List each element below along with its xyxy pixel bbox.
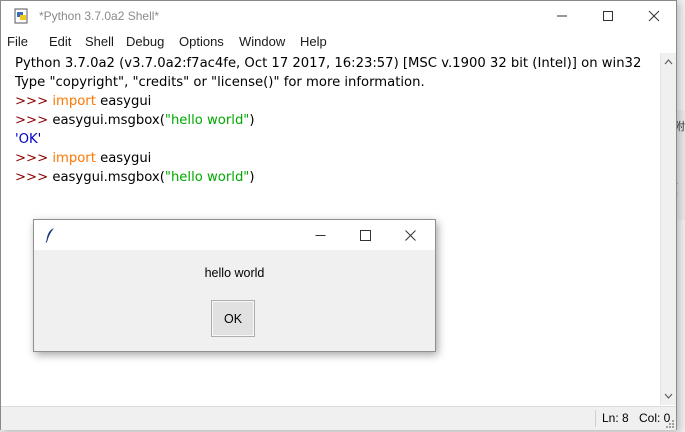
shell-prompt: >>>	[15, 94, 53, 109]
resize-grip-icon[interactable]	[665, 419, 675, 429]
shell-prompt: >>>	[15, 170, 53, 185]
shell-prompt: >>>	[15, 113, 53, 128]
status-bar: Ln: 8 Col: 0	[1, 406, 676, 430]
banner-line: Type "copyright", "credits" or "license(…	[15, 75, 425, 90]
shell-prompt: >>>	[15, 151, 53, 166]
banner-line: Python 3.7.0a2 (v3.7.0a2:f7ac4fe, Oct 17…	[15, 56, 642, 71]
menu-help[interactable]: Help	[300, 34, 327, 49]
code-token: easygui	[95, 151, 152, 166]
menu-bar: File Edit Shell Debug Options Window Hel…	[1, 31, 676, 52]
shell-command-line: >>> import easygui	[15, 149, 151, 168]
code-token: easygui	[95, 94, 152, 109]
minimize-icon	[557, 15, 567, 17]
string-token: "hello world"	[164, 170, 250, 185]
shell-output-line: 'OK'	[15, 132, 42, 147]
code-token: easygui.msgbox(	[52, 170, 165, 185]
keyword-token: import	[52, 94, 96, 109]
maximize-icon	[603, 11, 613, 21]
dialog-close-button[interactable]	[388, 220, 433, 250]
maximize-icon	[360, 229, 371, 241]
close-icon	[405, 229, 416, 241]
menu-shell[interactable]: Shell	[85, 34, 114, 49]
status-divider	[595, 410, 596, 427]
scroll-up-arrow-icon[interactable]	[664, 58, 673, 66]
title-bar[interactable]: *Python 3.7.0a2 Shell*	[1, 1, 676, 31]
keyword-token: import	[52, 151, 96, 166]
status-line-number: Ln: 8	[602, 411, 629, 425]
dialog-minimize-button[interactable]	[298, 220, 343, 250]
dialog-title-bar[interactable]	[34, 220, 435, 250]
shell-command-line: >>> easygui.msgbox("hello world")	[15, 111, 255, 130]
shell-command-line: >>> import easygui	[15, 92, 151, 111]
close-button[interactable]	[631, 1, 677, 31]
menu-debug[interactable]: Debug	[126, 34, 164, 49]
minimize-button[interactable]	[539, 1, 585, 31]
code-token: )	[249, 170, 255, 185]
ok-button[interactable]: OK	[211, 300, 255, 337]
maximize-button[interactable]	[585, 1, 631, 31]
vertical-scrollbar[interactable]	[660, 53, 676, 405]
window-title: *Python 3.7.0a2 Shell*	[39, 9, 160, 23]
idle-app-icon	[14, 8, 28, 24]
close-icon	[648, 10, 660, 22]
tk-feather-icon	[45, 228, 54, 243]
menu-edit[interactable]: Edit	[49, 34, 71, 49]
code-token: )	[249, 113, 255, 128]
msgbox-dialog: hello world OK	[33, 219, 436, 352]
menu-window[interactable]: Window	[239, 34, 285, 49]
dialog-maximize-button[interactable]	[343, 220, 388, 250]
shell-command-line: >>> easygui.msgbox("hello world")	[15, 168, 255, 187]
menu-options[interactable]: Options	[179, 34, 224, 49]
dialog-message: hello world	[204, 266, 265, 280]
minimize-icon	[315, 234, 326, 236]
idle-shell-window: *Python 3.7.0a2 Shell* File Edit Shell D…	[0, 0, 677, 430]
menu-file[interactable]: File	[7, 34, 28, 49]
scroll-down-arrow-icon[interactable]	[664, 392, 673, 400]
string-token: "hello world"	[164, 113, 250, 128]
code-token: easygui.msgbox(	[52, 113, 165, 128]
